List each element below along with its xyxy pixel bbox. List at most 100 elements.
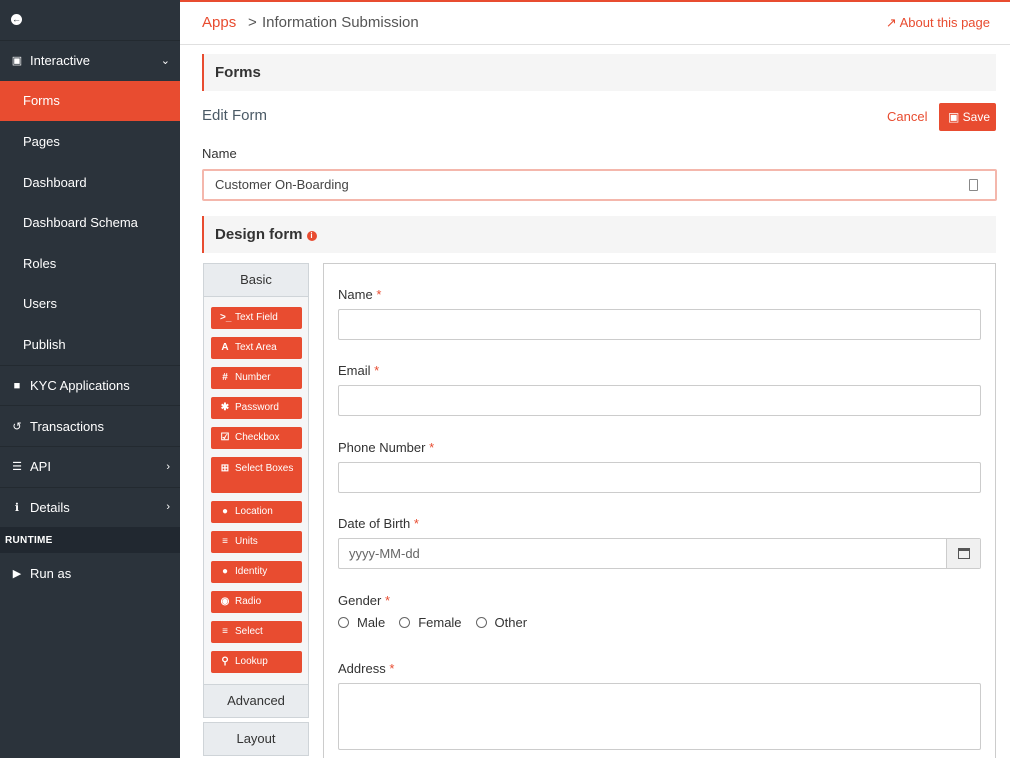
- address-label: Address *: [338, 661, 394, 676]
- sidebar-item-interactive[interactable]: ▣ Interactive ⌄: [0, 40, 180, 81]
- form-name-input[interactable]: Customer On-Boarding: [202, 169, 997, 201]
- label-text: Email: [338, 363, 371, 378]
- component-location[interactable]: ● Location: [211, 501, 302, 523]
- email-input[interactable]: [338, 385, 981, 416]
- address-textarea[interactable]: [338, 683, 981, 750]
- calendar-icon: [958, 548, 970, 559]
- component-label: Radio: [235, 596, 262, 607]
- component-label: Units: [235, 536, 258, 547]
- sidebar-sub-roles[interactable]: Roles: [0, 243, 180, 284]
- component-select[interactable]: ≡ Select: [211, 621, 302, 643]
- component-number[interactable]: # Number: [211, 367, 302, 389]
- sidebar-sub-publish[interactable]: Publish: [0, 324, 180, 365]
- radio-circle-icon: [338, 617, 349, 628]
- about-page-label: About this page: [899, 15, 990, 30]
- name-input[interactable]: [338, 309, 981, 340]
- label-text: Date of Birth: [338, 516, 411, 531]
- sidebar-sub-dashboard-schema[interactable]: Dashboard Schema: [0, 202, 180, 243]
- phone-input[interactable]: [338, 462, 981, 493]
- save-label: Save: [962, 110, 991, 124]
- chevron-right-icon: ›: [166, 460, 170, 473]
- monitor-icon: ▣: [11, 55, 23, 68]
- sidebar-sub-pages[interactable]: Pages: [0, 121, 180, 162]
- component-lookup[interactable]: ⚲ Lookup: [211, 651, 302, 673]
- plus-square-icon: ⊞: [220, 463, 230, 474]
- sidebar-top: ←: [0, 0, 180, 40]
- sidebar-item-label: KYC Applications: [30, 378, 130, 394]
- sidebar-item-details[interactable]: ℹ Details ›: [0, 486, 180, 528]
- sidebar-runtime-header: RUNTIME: [0, 527, 180, 554]
- component-label: Password: [235, 402, 279, 413]
- component-label: Checkbox: [235, 432, 280, 443]
- component-checkbox[interactable]: ☑ Checkbox: [211, 427, 302, 449]
- required-mark: *: [385, 593, 391, 608]
- option-label: Other: [494, 615, 528, 630]
- gender-option-other[interactable]: Other: [475, 615, 528, 630]
- folder-icon: ■: [13, 379, 21, 392]
- sidebar-sub-users[interactable]: Users: [0, 284, 180, 325]
- breadcrumb-apps-link[interactable]: Apps: [202, 14, 236, 31]
- sidebar-item-label: Interactive: [30, 53, 90, 69]
- cancel-button[interactable]: Cancel: [887, 109, 927, 124]
- name-field-label: Name: [202, 146, 237, 161]
- dot-circle-icon: ◉: [220, 596, 230, 607]
- component-text-area[interactable]: A Text Area: [211, 337, 302, 359]
- tab-layout[interactable]: Layout: [203, 722, 309, 756]
- save-button[interactable]: ▣ Save: [939, 103, 996, 131]
- sidebar-sub-dashboard[interactable]: Dashboard: [0, 162, 180, 203]
- about-page-link[interactable]: ↗ About this page: [886, 15, 990, 31]
- history-icon: ↺: [12, 420, 22, 433]
- radio-circle-icon: [399, 617, 411, 628]
- label-text: Gender: [338, 593, 382, 608]
- calendar-button[interactable]: [946, 539, 980, 568]
- label-text: Address: [338, 661, 386, 676]
- edit-form-title: Edit Form: [202, 107, 268, 124]
- th-list-icon: ≡: [222, 626, 228, 637]
- sidebar-item-label: Details: [30, 499, 70, 515]
- required-mark: *: [413, 516, 419, 531]
- sidebar-item-api[interactable]: ☰ API ›: [0, 445, 180, 487]
- gender-option-female[interactable]: Female: [399, 615, 462, 630]
- tab-basic[interactable]: Basic: [203, 263, 309, 297]
- gender-label: Gender *: [338, 593, 390, 608]
- dob-label: Date of Birth *: [338, 516, 419, 531]
- component-label: Lookup: [235, 656, 268, 667]
- floppy-disk-icon: ▣: [948, 110, 963, 124]
- chevron-right-icon: ›: [166, 501, 170, 514]
- sidebar-item-run-as[interactable]: ▶ Run as: [0, 553, 180, 594]
- label-text: Name: [338, 287, 373, 302]
- back-arrow-icon[interactable]: ←: [11, 14, 22, 25]
- gender-option-male[interactable]: Male: [338, 615, 385, 630]
- required-mark: *: [376, 287, 382, 302]
- component-label: Text Area: [235, 342, 277, 353]
- font-icon: A: [221, 342, 229, 353]
- email-label: Email *: [338, 363, 379, 378]
- component-password[interactable]: ✱ Password: [211, 397, 302, 419]
- component-radio[interactable]: ◉ Radio: [211, 591, 302, 613]
- component-identity[interactable]: ● Identity: [211, 561, 302, 583]
- sidebar-item-label: API: [30, 459, 51, 475]
- tab-advanced[interactable]: Advanced: [203, 684, 309, 718]
- component-label: Location: [235, 506, 273, 517]
- sidebar-sub-forms[interactable]: Forms: [0, 80, 180, 122]
- radio-circle-icon: [475, 617, 487, 628]
- dob-placeholder: yyyy-MM-dd: [349, 546, 420, 561]
- chevron-down-icon: ⌄: [160, 55, 170, 68]
- contact-card-icon: [969, 179, 978, 191]
- info-circle-icon[interactable]: i: [306, 231, 317, 241]
- play-icon: ▶: [12, 567, 22, 580]
- component-label: Text Field: [235, 312, 278, 323]
- required-mark: *: [429, 440, 435, 455]
- terminal-icon: >_: [220, 312, 232, 323]
- component-select-boxes[interactable]: ⊞ Select Boxes: [211, 457, 302, 493]
- breadcrumb-current: Information Submission: [262, 14, 419, 31]
- dob-input[interactable]: yyyy-MM-dd: [338, 538, 981, 569]
- sidebar-item-kyc-applications[interactable]: ■ KYC Applications: [0, 364, 180, 406]
- sidebar-item-transactions[interactable]: ↺ Transactions: [0, 405, 180, 446]
- main-content: Apps > Information Submission ↗ About th…: [180, 0, 1010, 758]
- phone-label: Phone Number *: [338, 440, 434, 455]
- component-text-field[interactable]: >_ Text Field: [211, 307, 302, 329]
- component-units[interactable]: ≡ Units: [211, 531, 302, 553]
- search-icon: ⚲: [221, 656, 229, 667]
- external-link-icon: ↗: [885, 15, 900, 30]
